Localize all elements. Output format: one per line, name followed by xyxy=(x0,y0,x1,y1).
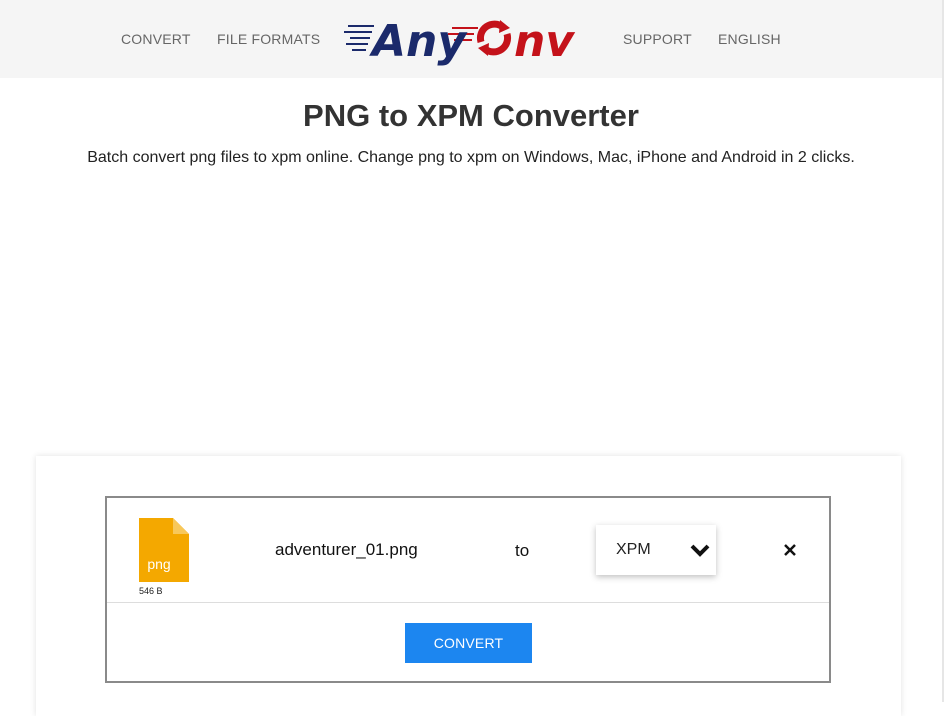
to-label: to xyxy=(515,541,530,560)
file-extension-label: png xyxy=(147,556,171,572)
page-title: PNG to XPM Converter xyxy=(303,98,639,133)
chevron-down-icon xyxy=(690,544,710,557)
file-list: png 546 B adventurer_01.png to XPM CONVE… xyxy=(105,496,831,683)
nav-language[interactable]: ENGLISH xyxy=(718,31,781,47)
page-subtitle: Batch convert png files to xpm online. C… xyxy=(87,149,855,166)
nav-file-formats[interactable]: FILE FORMATS xyxy=(217,31,320,47)
target-format-value: XPM xyxy=(616,541,651,558)
convert-button[interactable]: CONVERT xyxy=(405,623,532,663)
nav-support[interactable]: SUPPORT xyxy=(623,31,692,47)
logo-text-any: Any xyxy=(369,16,468,66)
anyconv-logo[interactable]: Any nv xyxy=(344,12,590,66)
file-icon xyxy=(139,518,189,582)
sync-icon xyxy=(476,20,512,56)
file-size: 546 B xyxy=(139,586,163,596)
site-header: CONVERT FILE FORMATS Any nv SUPPORT ENGL… xyxy=(0,0,942,78)
close-icon[interactable] xyxy=(783,543,797,557)
nav-convert[interactable]: CONVERT xyxy=(121,31,191,47)
target-format-select[interactable]: XPM xyxy=(596,525,716,575)
divider xyxy=(107,602,829,603)
logo-text-nv: nv xyxy=(514,16,575,66)
file-name: adventurer_01.png xyxy=(275,540,418,559)
